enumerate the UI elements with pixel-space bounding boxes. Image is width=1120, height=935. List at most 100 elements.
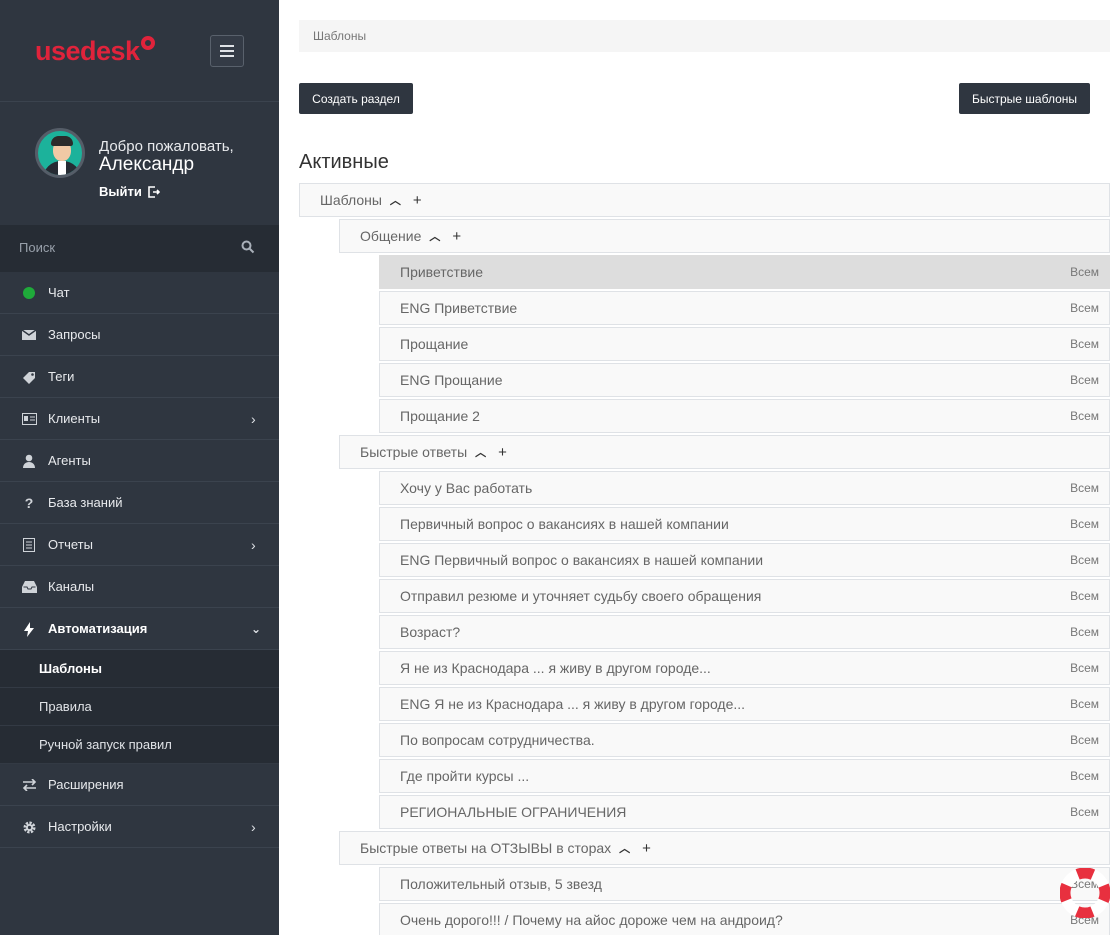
access-label: Всем (1070, 301, 1099, 315)
tree-group-row[interactable]: Быстрые ответы на ОТЗЫВЫ в сторах ︿ + (339, 831, 1110, 865)
logout-label: Выйти (99, 184, 142, 199)
logout-link[interactable]: Выйти (99, 184, 160, 199)
envelope-icon (21, 327, 37, 343)
hamburger-icon (220, 45, 234, 47)
nav-item-channels[interactable]: Каналы (0, 566, 279, 608)
tree-group-row[interactable]: Быстрые ответы ︿ + (339, 435, 1110, 469)
template-row[interactable]: Положительный отзыв, 5 звезд Всем (379, 867, 1110, 901)
access-label: Всем (1070, 661, 1099, 675)
template-row[interactable]: Очень дорого!!! / Почему на айос дороже … (379, 903, 1110, 935)
section-title: Активные (299, 151, 389, 173)
search-input[interactable]: Поиск (19, 240, 55, 255)
welcome-text: Добро пожаловать, (99, 138, 234, 155)
access-label: Всем (1070, 373, 1099, 387)
access-label: Всем (1070, 481, 1099, 495)
search-icon[interactable] (241, 240, 255, 254)
group-label: Быстрые ответы (360, 444, 468, 460)
access-label: Всем (1070, 517, 1099, 531)
access-label: Всем (1070, 265, 1099, 279)
add-icon[interactable]: + (642, 840, 651, 857)
nav-item-requests[interactable]: Запросы (0, 314, 279, 356)
template-row[interactable]: ENG Первичный вопрос о вакансиях в нашей… (379, 543, 1110, 577)
template-row[interactable]: ENG Прощание Всем (379, 363, 1110, 397)
id-card-icon (21, 411, 37, 427)
bolt-icon (21, 621, 37, 637)
template-title: ENG Первичный вопрос о вакансиях в нашей… (400, 552, 764, 568)
add-icon[interactable]: + (413, 192, 422, 209)
sidebar: usedesk Добро пожаловать, Александр Выйт… (0, 0, 279, 935)
breadcrumb[interactable]: Шаблоны (299, 20, 1110, 52)
template-row[interactable]: Где пройти курсы ... Всем (379, 759, 1110, 793)
template-title: Первичный вопрос о вакансиях в нашей ком… (400, 516, 729, 532)
template-title: Отправил резюме и уточняет судьбу своего… (400, 588, 762, 604)
template-row[interactable]: Возраст? Всем (379, 615, 1110, 649)
access-label: Всем (1070, 769, 1099, 783)
nav-item-knowledge-base[interactable]: ? База знаний (0, 482, 279, 524)
menu-toggle-button[interactable] (210, 35, 244, 67)
quick-templates-button[interactable]: Быстрые шаблоны (959, 83, 1090, 114)
template-row[interactable]: ENG Приветствие Всем (379, 291, 1110, 325)
status-dot-icon (23, 287, 35, 299)
template-title: Приветствие (400, 264, 483, 280)
help-lifebuoy-icon[interactable] (1060, 868, 1110, 918)
template-title: Прощание 2 (400, 408, 480, 424)
exchange-icon (21, 777, 37, 793)
template-row[interactable]: Отправил резюме и уточняет судьбу своего… (379, 579, 1110, 613)
group-label: Общение (360, 228, 422, 244)
template-row[interactable]: Прощание 2 Всем (379, 399, 1110, 433)
template-row[interactable]: По вопросам сотрудничества. Всем (379, 723, 1110, 757)
nav-item-agents[interactable]: Агенты (0, 440, 279, 482)
add-icon[interactable]: + (498, 444, 507, 461)
templates-tree: Шаблоны ︿ + Общение ︿ + Приветствие Всем ENG … (299, 183, 1110, 935)
automation-submenu: Шаблоны Правила Ручной запуск правил (0, 650, 279, 764)
template-title: Возраст? (400, 624, 461, 640)
search-box[interactable]: Поиск (0, 225, 279, 272)
question-icon: ? (24, 495, 34, 511)
chevron-right-icon: › (251, 411, 256, 427)
tree-group-row[interactable]: Общение ︿ + (339, 219, 1110, 253)
gear-icon (21, 819, 37, 835)
nav-item-chat[interactable]: Чат (0, 272, 279, 314)
template-row[interactable]: Первичный вопрос о вакансиях в нашей ком… (379, 507, 1110, 541)
subnav-item-templates[interactable]: Шаблоны (0, 650, 279, 688)
nav-item-settings[interactable]: Настройки › (0, 806, 279, 848)
avatar[interactable] (35, 128, 85, 178)
access-label: Всем (1070, 589, 1099, 603)
add-icon[interactable]: + (452, 228, 461, 245)
subnav-item-manual-rules[interactable]: Ручной запуск правил (0, 726, 279, 764)
access-label: Всем (1070, 805, 1099, 819)
access-label: Всем (1070, 733, 1099, 747)
access-label: Всем (1070, 409, 1099, 423)
lifebuoy-icon (140, 36, 155, 50)
template-title: Где пройти курсы ... (400, 768, 530, 784)
create-section-button[interactable]: Создать раздел (299, 83, 413, 114)
nav-item-clients[interactable]: Клиенты › (0, 398, 279, 440)
template-row[interactable]: Прощание Всем (379, 327, 1110, 361)
nav-item-extensions[interactable]: Расширения (0, 764, 279, 806)
template-row[interactable]: ENG Я не из Краснодара ... я живу в друг… (379, 687, 1110, 721)
nav-item-tags[interactable]: Теги (0, 356, 279, 398)
template-row[interactable]: РЕГИОНАЛЬНЫЕ ОГРАНИЧЕНИЯ Всем (379, 795, 1110, 829)
caret-up-icon[interactable]: ︿ (390, 192, 401, 208)
user-profile: Добро пожаловать, Александр Выйти (0, 102, 279, 225)
nav-item-reports[interactable]: Отчеты › (0, 524, 279, 566)
usedesk-logo[interactable]: usedesk (35, 36, 155, 67)
tree-root-row[interactable]: Шаблоны ︿ + (299, 183, 1110, 217)
template-title: ENG Прощание (400, 372, 503, 388)
user-name: Александр (99, 154, 195, 175)
chevron-down-icon: ⌄ (251, 622, 262, 636)
subnav-item-rules[interactable]: Правила (0, 688, 279, 726)
template-row[interactable]: Хочу у Вас работать Всем (379, 471, 1110, 505)
group-label: Быстрые ответы на ОТЗЫВЫ в сторах (360, 840, 612, 856)
caret-up-icon[interactable]: ︿ (475, 444, 486, 460)
chevron-right-icon: › (251, 819, 256, 835)
caret-up-icon[interactable]: ︿ (429, 228, 440, 244)
template-row[interactable]: Я не из Краснодара ... я живу в другом г… (379, 651, 1110, 685)
nav-item-automation[interactable]: Автоматизация ⌄ (0, 608, 279, 650)
template-title: Очень дорого!!! / Почему на айос дороже … (400, 912, 783, 928)
user-icon (21, 453, 37, 469)
template-row[interactable]: Приветствие Всем (379, 255, 1110, 289)
access-label: Всем (1070, 625, 1099, 639)
caret-up-icon[interactable]: ︿ (619, 840, 630, 856)
template-title: РЕГИОНАЛЬНЫЕ ОГРАНИЧЕНИЯ (400, 804, 627, 820)
